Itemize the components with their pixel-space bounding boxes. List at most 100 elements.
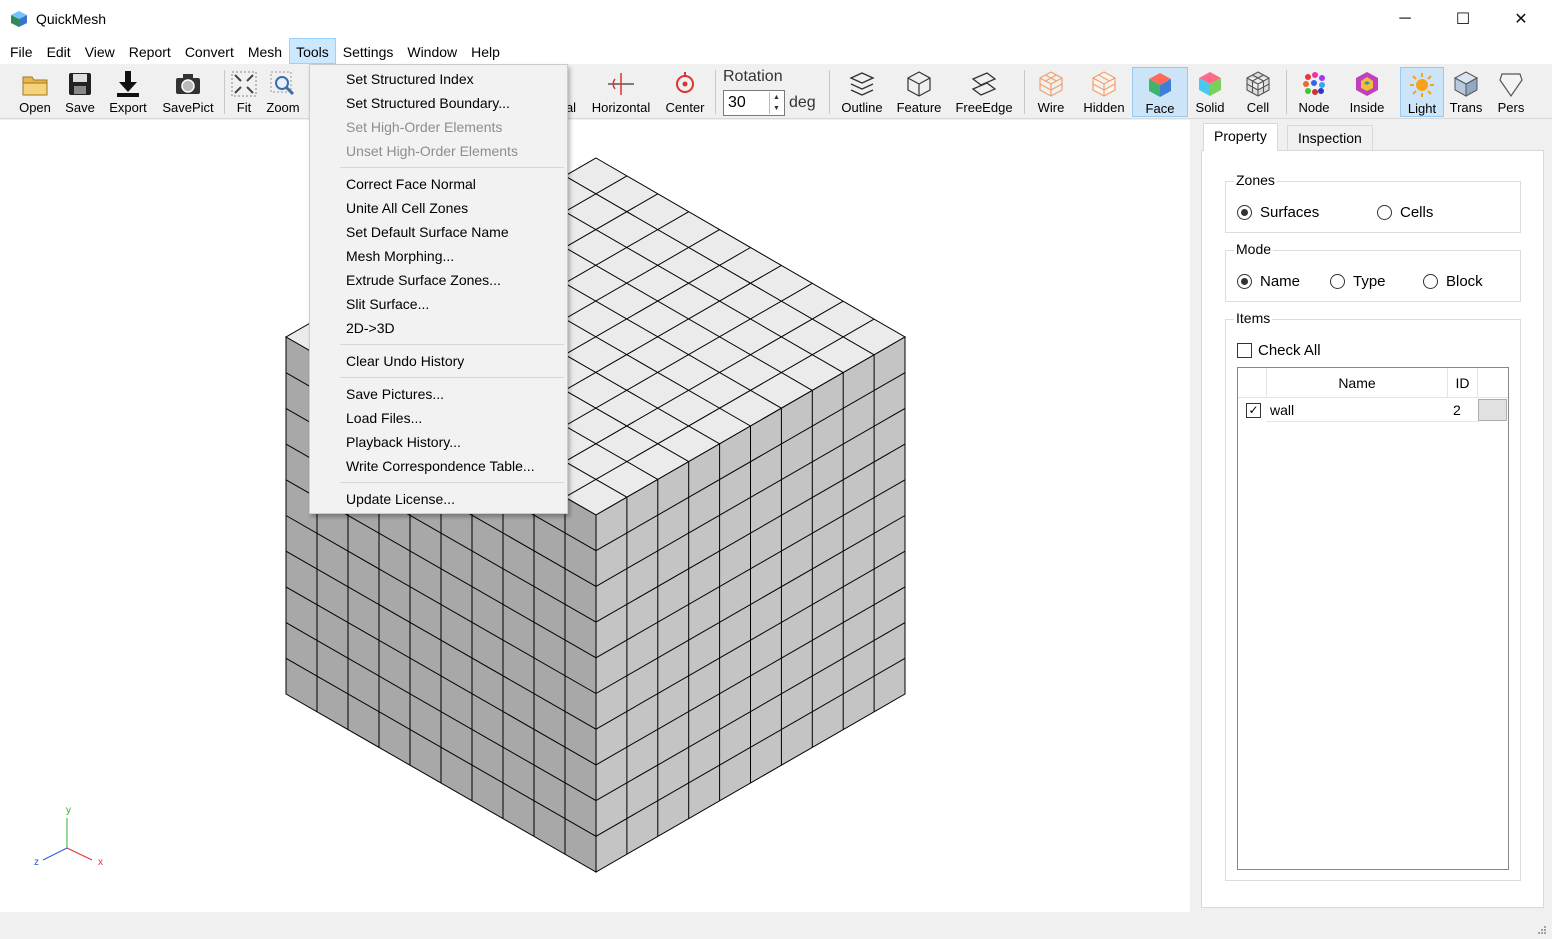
z-axis-line [42,847,68,861]
menu-help[interactable]: Help [464,38,507,64]
close-button[interactable]: ✕ [1492,0,1550,38]
menu-settings[interactable]: Settings [336,38,401,64]
horizontal-button[interactable]: Horizontal [589,67,653,117]
face-icon [1145,70,1175,100]
menu-item-correct-face-normal[interactable]: Correct Face Normal [310,172,567,196]
menu-tools[interactable]: Tools [289,38,336,64]
menu-item-slit-surface[interactable]: Slit Surface... [310,292,567,316]
rotation-spinner[interactable]: ▲ ▼ [769,92,783,114]
menu-convert[interactable]: Convert [178,38,241,64]
center-icon [670,69,700,99]
menu-report[interactable]: Report [122,38,178,64]
center-button[interactable]: Center [663,67,707,117]
mesh-cube[interactable]: y x z [0,120,1190,912]
radio-surfaces[interactable]: Surfaces [1237,204,1319,221]
tab-property[interactable]: Property [1203,123,1278,151]
rotation-label: Rotation [723,68,783,85]
menu-item-load-files[interactable]: Load Files... [310,406,567,430]
check-all-checkbox[interactable]: Check All [1237,342,1321,359]
savepict-button[interactable]: SavePict [160,67,216,117]
light-icon [1407,70,1437,100]
menu-item-set-high-order-elements: Set High-Order Elements [346,119,503,135]
radio-dot [1377,205,1392,220]
menu-bar: File Edit View Report Convert Mesh Tools… [0,38,1552,64]
solid-button[interactable]: Solid [1191,67,1229,117]
zoom-icon [268,69,298,99]
menu-item-mesh-morphing[interactable]: Mesh Morphing... [310,244,567,268]
menu-item-clear-undo-history[interactable]: Clear Undo History [310,349,567,373]
menu-item-update-license[interactable]: Update License... [310,487,567,511]
outline-button[interactable]: Outline [838,67,886,117]
menu-view[interactable]: View [78,38,122,64]
mesh-viewport[interactable]: y x z [0,120,1190,912]
y-axis-label: y [66,805,71,816]
items-title: Items [1234,310,1273,326]
folder-icon [20,69,50,99]
window-title: QuickMesh [36,11,107,27]
radio-type[interactable]: Type [1330,273,1386,290]
toolbar-separator [715,70,716,114]
cell-button[interactable]: Cell [1240,67,1276,117]
toolbar-separator [224,70,225,114]
column-header-id[interactable]: ID [1448,368,1478,398]
column-header-name[interactable]: Name [1267,368,1448,398]
radio-name[interactable]: Name [1237,273,1300,290]
radio-block[interactable]: Block [1423,273,1483,290]
menu-window[interactable]: Window [400,38,464,64]
pers-button[interactable]: Pers [1492,67,1530,117]
radio-dot [1423,274,1438,289]
row-checkbox[interactable]: ✓ [1246,403,1261,418]
light-button[interactable]: Light [1400,67,1444,117]
menu-item-write-correspondence-table[interactable]: Write Correspondence Table... [310,454,567,478]
trans-button[interactable]: Trans [1446,67,1486,117]
menu-edit[interactable]: Edit [40,38,78,64]
menu-mesh[interactable]: Mesh [241,38,289,64]
menu-item-extrude-surface-zones[interactable]: Extrude Surface Zones... [310,268,567,292]
mode-title: Mode [1234,241,1274,257]
open-button[interactable]: Open [14,67,56,117]
inside-icon [1352,69,1382,99]
menu-item-unset-high-order-elements: Unset High-Order Elements [346,143,518,159]
freeedge-button[interactable]: FreeEdge [952,67,1016,117]
hidden-icon [1089,69,1119,99]
menu-file[interactable]: File [3,38,40,64]
export-icon [113,69,143,99]
menu-item-set-default-surface-name[interactable]: Set Default Surface Name [310,220,567,244]
hidden-button[interactable]: Hidden [1079,67,1129,117]
toolbar-separator [829,70,830,114]
wire-button[interactable]: Wire [1031,67,1071,117]
feature-icon [904,69,934,99]
menu-item-2d-to-3d[interactable]: 2D->3D [310,316,567,340]
resize-grip-icon[interactable] [1536,924,1548,936]
menu-item-save-pictures[interactable]: Save Pictures... [310,382,567,406]
tools-menu: Set Structured Index Set Structured Boun… [309,64,568,514]
mode-group: Mode Name Type Block [1225,241,1521,302]
rotation-value: 30 [728,94,746,111]
menu-item-set-structured-boundary[interactable]: Set Structured Boundary... [310,91,567,115]
tab-inspection[interactable]: Inspection [1287,125,1373,150]
row-color-swatch[interactable] [1478,399,1507,421]
menu-item-set-structured-index[interactable]: Set Structured Index [310,67,567,91]
toolbar-separator [1286,70,1287,114]
node-icon [1299,69,1329,99]
rotation-input[interactable]: 30 ▲ ▼ [723,90,785,116]
minimize-button[interactable]: ─ [1376,0,1434,38]
radio-cells[interactable]: Cells [1377,204,1433,221]
inside-button[interactable]: Inside [1345,67,1389,117]
feature-button[interactable]: Feature [893,67,945,117]
checkbox-box [1237,343,1252,358]
fit-icon [229,69,259,99]
zones-group: Zones Surfaces Cells [1225,172,1521,233]
node-button[interactable]: Node [1293,67,1335,117]
menu-item-unite-all-cell-zones[interactable]: Unite All Cell Zones [310,196,567,220]
status-bar [0,912,1552,939]
menu-item-playback-history[interactable]: Playback History... [310,430,567,454]
face-button[interactable]: Face [1132,67,1188,117]
items-table: Name ID ✓ wall 2 [1237,367,1509,870]
outline-icon [847,69,877,99]
fit-button[interactable]: Fit [229,67,259,117]
export-button[interactable]: Export [106,67,150,117]
maximize-button[interactable]: ☐ [1434,0,1492,38]
zoom-button[interactable]: Zoom [264,67,302,117]
save-button[interactable]: Save [60,67,100,117]
